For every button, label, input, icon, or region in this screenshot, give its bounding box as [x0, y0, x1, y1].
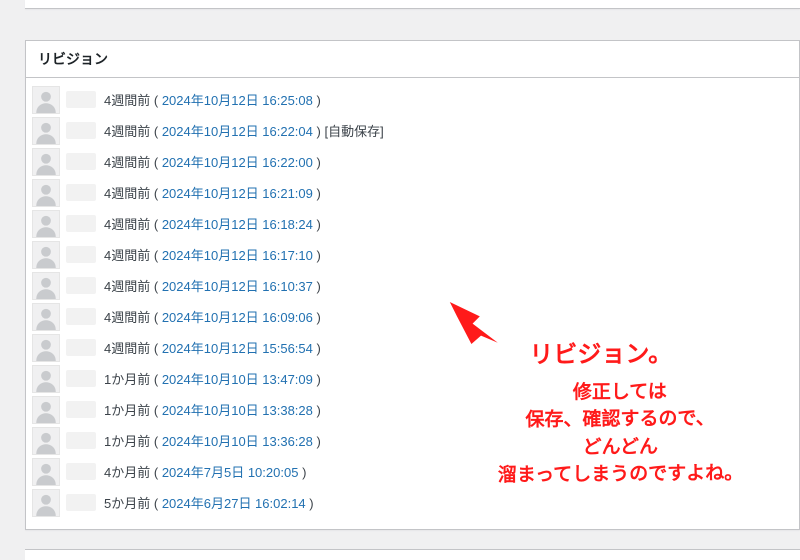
revision-label: 4週間前 ( 2024年10月12日 15:56:54 ) [104, 338, 321, 357]
revision-timestamp-link[interactable]: 2024年10月12日 16:17:10 [162, 248, 313, 263]
revision-label: 4週間前 ( 2024年10月12日 16:10:37 ) [104, 276, 321, 295]
revisions-metabox-title[interactable]: リビジョン [26, 41, 799, 78]
revision-relative-time: 4週間前 [104, 341, 150, 356]
revision-item: 4週間前 ( 2024年10月12日 16:09:06 ) [26, 301, 799, 332]
revision-label: 1か月前 ( 2024年10月10日 13:38:28 ) [104, 400, 321, 419]
revision-relative-time: 5か月前 [104, 496, 150, 511]
revision-timestamp-link[interactable]: 2024年10月12日 15:56:54 [162, 341, 313, 356]
revision-label: 4週間前 ( 2024年10月12日 16:21:09 ) [104, 183, 321, 202]
revision-relative-time: 4週間前 [104, 217, 150, 232]
revision-relative-time: 4週間前 [104, 186, 150, 201]
author-name-redacted [66, 122, 96, 139]
revision-relative-time: 1か月前 [104, 403, 150, 418]
revision-timestamp-link[interactable]: 2024年10月12日 16:09:06 [162, 310, 313, 325]
revision-label: 4週間前 ( 2024年10月12日 16:22:04 ) [自動保存] [104, 121, 384, 140]
avatar-icon [32, 272, 60, 300]
revision-timestamp-link[interactable]: 2024年10月10日 13:36:28 [162, 434, 313, 449]
author-name-redacted [66, 401, 96, 418]
revision-timestamp-link[interactable]: 2024年7月5日 10:20:05 [162, 465, 299, 480]
author-name-redacted [66, 215, 96, 232]
revision-relative-time: 4週間前 [104, 279, 150, 294]
avatar-icon [32, 365, 60, 393]
avatar-icon [32, 148, 60, 176]
avatar-icon [32, 303, 60, 331]
revision-item: 5か月前 ( 2024年6月27日 16:02:14 ) [26, 487, 799, 518]
revision-label: 4週間前 ( 2024年10月12日 16:09:06 ) [104, 307, 321, 326]
author-name-redacted [66, 153, 96, 170]
avatar-icon [32, 396, 60, 424]
avatar-icon [32, 334, 60, 362]
revision-item: 4週間前 ( 2024年10月12日 16:25:08 ) [26, 84, 799, 115]
revision-label: 4週間前 ( 2024年10月12日 16:17:10 ) [104, 245, 321, 264]
revision-label: 1か月前 ( 2024年10月10日 13:36:28 ) [104, 431, 321, 450]
previous-metabox-fragment [25, 0, 800, 9]
avatar-icon [32, 241, 60, 269]
revision-label: 5か月前 ( 2024年6月27日 16:02:14 ) [104, 493, 314, 512]
revision-timestamp-link[interactable]: 2024年10月12日 16:10:37 [162, 279, 313, 294]
author-name-redacted [66, 339, 96, 356]
revision-item: 4か月前 ( 2024年7月5日 10:20:05 ) [26, 456, 799, 487]
revision-item: 4週間前 ( 2024年10月12日 16:17:10 ) [26, 239, 799, 270]
revision-relative-time: 4か月前 [104, 465, 150, 480]
revision-item: 4週間前 ( 2024年10月12日 16:22:04 ) [自動保存] [26, 115, 799, 146]
avatar-icon [32, 489, 60, 517]
revision-item: 1か月前 ( 2024年10月10日 13:36:28 ) [26, 425, 799, 456]
revision-label: 4か月前 ( 2024年7月5日 10:20:05 ) [104, 462, 306, 481]
revision-relative-time: 4週間前 [104, 248, 150, 263]
revision-item: 1か月前 ( 2024年10月10日 13:38:28 ) [26, 394, 799, 425]
author-name-redacted [66, 370, 96, 387]
avatar-icon [32, 210, 60, 238]
next-metabox-fragment [25, 549, 800, 560]
revision-relative-time: 4週間前 [104, 93, 150, 108]
revision-timestamp-link[interactable]: 2024年10月12日 16:25:08 [162, 93, 313, 108]
author-name-redacted [66, 494, 96, 511]
revision-relative-time: 4週間前 [104, 155, 150, 170]
avatar-icon [32, 86, 60, 114]
revision-relative-time: 1か月前 [104, 434, 150, 449]
revision-timestamp-link[interactable]: 2024年10月12日 16:22:00 [162, 155, 313, 170]
revision-timestamp-link[interactable]: 2024年10月12日 16:21:09 [162, 186, 313, 201]
revisions-metabox: リビジョン 4週間前 ( 2024年10月12日 16:25:08 ) [25, 40, 800, 530]
revision-label: 1か月前 ( 2024年10月10日 13:47:09 ) [104, 369, 321, 388]
revision-label: 4週間前 ( 2024年10月12日 16:18:24 ) [104, 214, 321, 233]
avatar-icon [32, 117, 60, 145]
revision-item: 4週間前 ( 2024年10月12日 15:56:54 ) [26, 332, 799, 363]
author-name-redacted [66, 308, 96, 325]
revision-list: 4週間前 ( 2024年10月12日 16:25:08 ) 4週間前 ( 202… [26, 84, 799, 518]
revision-timestamp-link[interactable]: 2024年10月12日 16:22:04 [162, 124, 313, 139]
revision-item: 4週間前 ( 2024年10月12日 16:18:24 ) [26, 208, 799, 239]
revision-label: 4週間前 ( 2024年10月12日 16:22:00 ) [104, 152, 321, 171]
avatar-icon [32, 458, 60, 486]
revision-item: 1か月前 ( 2024年10月10日 13:47:09 ) [26, 363, 799, 394]
author-name-redacted [66, 432, 96, 449]
author-name-redacted [66, 463, 96, 480]
revision-timestamp-link[interactable]: 2024年6月27日 16:02:14 [162, 496, 306, 511]
avatar-icon [32, 427, 60, 455]
revision-item: 4週間前 ( 2024年10月12日 16:21:09 ) [26, 177, 799, 208]
avatar-icon [32, 179, 60, 207]
revision-item: 4週間前 ( 2024年10月12日 16:22:00 ) [26, 146, 799, 177]
author-name-redacted [66, 246, 96, 263]
revision-timestamp-link[interactable]: 2024年10月10日 13:38:28 [162, 403, 313, 418]
revisions-metabox-body: 4週間前 ( 2024年10月12日 16:25:08 ) 4週間前 ( 202… [26, 78, 799, 529]
revision-timestamp-link[interactable]: 2024年10月10日 13:47:09 [162, 372, 313, 387]
revision-relative-time: 4週間前 [104, 310, 150, 325]
revision-relative-time: 1か月前 [104, 372, 150, 387]
revision-label: 4週間前 ( 2024年10月12日 16:25:08 ) [104, 90, 321, 109]
revision-suffix: [自動保存] [324, 124, 383, 139]
revision-relative-time: 4週間前 [104, 124, 150, 139]
revision-item: 4週間前 ( 2024年10月12日 16:10:37 ) [26, 270, 799, 301]
author-name-redacted [66, 277, 96, 294]
revision-timestamp-link[interactable]: 2024年10月12日 16:18:24 [162, 217, 313, 232]
author-name-redacted [66, 184, 96, 201]
author-name-redacted [66, 91, 96, 108]
